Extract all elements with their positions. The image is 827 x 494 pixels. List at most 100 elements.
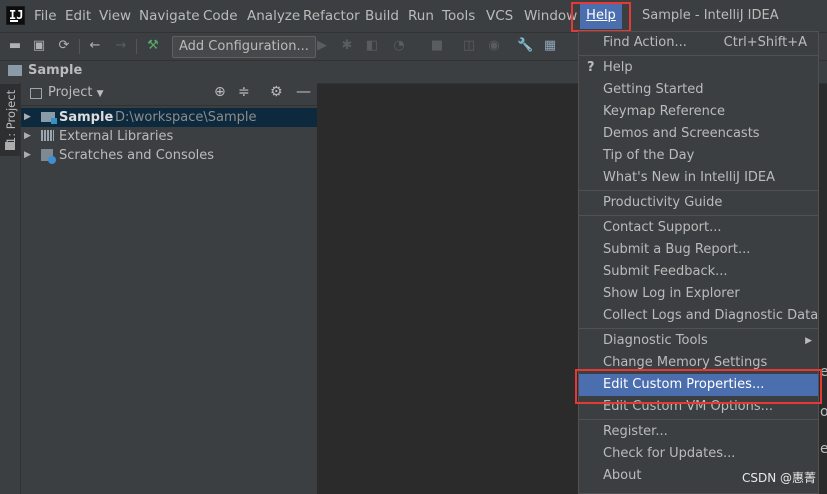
menu-separator xyxy=(579,215,818,216)
submenu-arrow-icon: ▶ xyxy=(805,336,812,346)
editor-text-fragment: e xyxy=(820,441,827,457)
settings-wrench-icon[interactable]: 🔧 xyxy=(517,39,533,53)
expand-arrow-icon[interactable]: ▶ xyxy=(24,108,31,127)
hide-panel-icon[interactable]: — xyxy=(296,82,311,100)
menu-separator xyxy=(579,190,818,191)
edit-custom-properties-annotation-box xyxy=(575,369,822,404)
menu-item-label: Demos and Screencasts xyxy=(603,126,760,141)
tree-node-external-libraries[interactable]: ▶ External Libraries xyxy=(21,127,317,146)
menu-item-diagnostic-tools[interactable]: Diagnostic Tools ▶ xyxy=(579,330,818,352)
menu-view[interactable]: View xyxy=(95,0,135,32)
menu-item-check-for-updates[interactable]: Check for Updates... xyxy=(579,443,818,465)
tree-node-scratches[interactable]: ▶ Scratches and Consoles xyxy=(21,146,317,165)
editor-text-fragment: o xyxy=(820,404,827,420)
menu-item-productivity-guide[interactable]: Productivity Guide xyxy=(579,192,818,214)
back-icon[interactable]: ← xyxy=(88,39,102,53)
project-folder-icon xyxy=(8,65,22,76)
project-view-title: Project xyxy=(48,85,93,100)
library-icon xyxy=(41,130,54,141)
menu-item-label: Register... xyxy=(603,424,668,439)
breadcrumb-project[interactable]: Sample xyxy=(28,63,82,78)
menu-run[interactable]: Run xyxy=(404,0,438,32)
debug-icon[interactable]: ✱ xyxy=(340,39,354,53)
menu-navigate[interactable]: Navigate xyxy=(135,0,204,32)
project-structure-icon[interactable]: ▦ xyxy=(543,39,557,53)
expand-arrow-icon[interactable]: ▶ xyxy=(24,146,31,165)
menu-item-label: Help xyxy=(603,60,633,75)
project-tab-folder-icon xyxy=(5,142,15,150)
menu-separator xyxy=(579,419,818,420)
menu-item-label: Contact Support... xyxy=(603,220,722,235)
help-menu-annotation-box xyxy=(571,2,631,32)
add-configuration-button[interactable]: Add Configuration... xyxy=(172,36,316,58)
menu-item-label: Find Action... xyxy=(603,35,687,50)
menu-item-label: What's New in IntelliJ IDEA xyxy=(603,170,776,185)
locate-target-icon[interactable]: ⊕ xyxy=(214,84,226,100)
menu-vcs[interactable]: VCS xyxy=(482,0,517,32)
menu-item-label: Submit Feedback... xyxy=(603,264,728,279)
tree-node-path: D:\workspace\Sample xyxy=(115,110,257,125)
menu-item-label: Keymap Reference xyxy=(603,104,726,119)
forward-icon[interactable]: → xyxy=(114,39,128,53)
intellij-app-icon[interactable]: IJ xyxy=(6,6,25,25)
menu-item-keymap-reference[interactable]: Keymap Reference xyxy=(579,101,818,123)
project-panel-header: Project ▼ ⊕ ≑ ⚙ — xyxy=(21,82,317,106)
question-icon: ? xyxy=(587,60,595,75)
menu-item-submit-feedback[interactable]: Submit Feedback... xyxy=(579,261,818,283)
menu-item-demos-and-screencasts[interactable]: Demos and Screencasts xyxy=(579,123,818,145)
watermark: CSDN @惠菁 xyxy=(742,471,817,485)
menu-item-shortcut: Ctrl+Shift+A xyxy=(723,35,807,50)
menu-tools[interactable]: Tools xyxy=(438,0,479,32)
menu-code[interactable]: Code xyxy=(199,0,242,32)
menu-file[interactable]: File xyxy=(30,0,61,32)
profile-icon[interactable]: ◔ xyxy=(392,39,406,53)
menu-item-what-s-new-in-intellij-idea[interactable]: What's New in IntelliJ IDEA xyxy=(579,167,818,189)
menu-item-label: About xyxy=(603,468,642,483)
menu-item-tip-of-the-day[interactable]: Tip of the Day xyxy=(579,145,818,167)
window-title: Sample - IntelliJ IDEA xyxy=(642,8,779,23)
module-folder-icon xyxy=(41,112,57,124)
menu-item-submit-a-bug-report[interactable]: Submit a Bug Report... xyxy=(579,239,818,261)
collapse-all-icon[interactable]: ≑ xyxy=(238,84,250,100)
menu-refactor[interactable]: Refactor xyxy=(299,0,364,32)
menu-item-label: Tip of the Day xyxy=(603,148,695,163)
vcs-update-icon[interactable]: ◫ xyxy=(462,39,476,53)
project-view-icon xyxy=(30,88,42,99)
coverage-icon[interactable]: ◧ xyxy=(365,39,379,53)
menu-item-find-action[interactable]: Find Action... Ctrl+Shift+A xyxy=(579,32,818,54)
vcs-commit-icon[interactable]: ◉ xyxy=(487,39,501,53)
menu-separator xyxy=(579,328,818,329)
gear-icon[interactable]: ⚙ xyxy=(270,84,283,100)
tree-node-label: External Libraries xyxy=(59,129,174,144)
menu-item-label: Productivity Guide xyxy=(603,195,723,210)
project-view-selector[interactable]: Project ▼ xyxy=(48,85,104,100)
save-icon[interactable]: ▣ xyxy=(32,39,46,53)
menu-item-register[interactable]: Register... xyxy=(579,421,818,443)
tool-window-tab-label: 1: Project xyxy=(4,89,18,145)
menu-analyze[interactable]: Analyze xyxy=(243,0,304,32)
menu-edit[interactable]: Edit xyxy=(61,0,95,32)
tree-node-sample[interactable]: ▶ Sample D:\workspace\Sample xyxy=(21,108,317,127)
tree-node-label: Sample xyxy=(59,110,114,125)
menu-item-getting-started[interactable]: Getting Started xyxy=(579,79,818,101)
menu-item-collect-logs-and-diagnostic-data[interactable]: Collect Logs and Diagnostic Data xyxy=(579,305,818,327)
sync-icon[interactable]: ⟳ xyxy=(57,39,71,53)
folder-open-icon[interactable]: ▬ xyxy=(8,39,22,53)
menu-item-help[interactable]: ? Help xyxy=(579,57,818,79)
menu-item-show-log-in-explorer[interactable]: Show Log in Explorer xyxy=(579,283,818,305)
menu-build[interactable]: Build xyxy=(361,0,403,32)
menu-item-label: Show Log in Explorer xyxy=(603,286,740,301)
menu-item-label: Collect Logs and Diagnostic Data xyxy=(603,308,819,323)
stop-icon[interactable]: ■ xyxy=(430,39,444,53)
run-icon[interactable]: ▶ xyxy=(315,39,329,53)
menu-item-label: Check for Updates... xyxy=(603,446,736,461)
menu-item-contact-support[interactable]: Contact Support... xyxy=(579,217,818,239)
tree-node-label: Scratches and Consoles xyxy=(59,148,215,163)
menu-window[interactable]: Window xyxy=(520,0,578,32)
scratches-icon xyxy=(41,149,56,164)
expand-arrow-icon[interactable]: ▶ xyxy=(24,127,31,146)
build-hammer-icon[interactable]: ⚒ xyxy=(146,39,160,53)
menu-item-label: Diagnostic Tools xyxy=(603,333,708,348)
chevron-down-icon: ▼ xyxy=(96,89,104,99)
menu-item-label: Getting Started xyxy=(603,82,704,97)
